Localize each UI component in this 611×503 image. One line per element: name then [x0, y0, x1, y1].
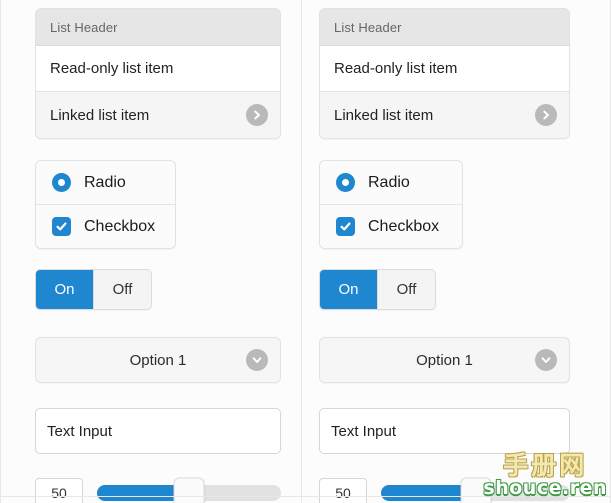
segmented-toggle-right: On Off: [319, 269, 436, 310]
radio-label: Radio: [84, 173, 126, 191]
checkbox-label: Checkbox: [368, 217, 440, 235]
segmented-toggle-left: On Off: [35, 269, 152, 310]
slider-value-input[interactable]: [319, 478, 367, 503]
panel-left-content: List Header Read-only list item Linked l…: [1, 8, 301, 503]
slider-track[interactable]: [381, 477, 570, 503]
panel-left: List Header Read-only list item Linked l…: [0, 0, 302, 503]
list-item-readonly: Read-only list item: [320, 46, 569, 92]
list-left: List Header Read-only list item Linked l…: [35, 8, 281, 139]
chevron-down-icon: [246, 349, 268, 371]
list-item-label: Read-only list item: [334, 60, 458, 77]
slider-row-right: [319, 477, 570, 503]
list-item-readonly: Read-only list item: [36, 46, 280, 92]
segment-off[interactable]: Off: [93, 270, 151, 309]
checkbox-label: Checkbox: [84, 217, 156, 235]
list-item-linked[interactable]: Linked list item: [320, 92, 569, 138]
radio-icon[interactable]: [52, 173, 71, 192]
select-dropdown-left[interactable]: Option 1: [35, 337, 281, 383]
checkbox-row[interactable]: Checkbox: [320, 204, 462, 248]
text-input-right[interactable]: [319, 408, 570, 454]
checkbox-row[interactable]: Checkbox: [36, 204, 175, 248]
radio-row[interactable]: Radio: [36, 161, 175, 204]
text-input-left[interactable]: [35, 408, 281, 454]
radio-icon[interactable]: [336, 173, 355, 192]
list-item-label: Read-only list item: [50, 60, 174, 77]
chevron-right-icon: [246, 104, 268, 126]
list-header: List Header: [320, 9, 569, 46]
list-item-linked[interactable]: Linked list item: [36, 92, 280, 138]
checkbox-icon[interactable]: [336, 217, 355, 236]
segment-off[interactable]: Off: [377, 270, 435, 309]
panel-right: List Header Read-only list item Linked l…: [302, 0, 611, 503]
choice-group-right: Radio Checkbox: [319, 160, 463, 249]
segment-on[interactable]: On: [320, 270, 377, 309]
chevron-down-icon: [535, 349, 557, 371]
panel-bottom-rule: [1, 496, 301, 497]
select-value: Option 1: [129, 351, 187, 369]
list-right: List Header Read-only list item Linked l…: [319, 8, 570, 139]
panel-bottom-rule: [302, 496, 610, 497]
list-item-label: Linked list item: [50, 106, 150, 124]
list-item-label: Linked list item: [334, 106, 434, 124]
panel-right-content: List Header Read-only list item Linked l…: [302, 8, 610, 503]
slider-thumb[interactable]: [173, 477, 205, 503]
select-dropdown-right[interactable]: Option 1: [319, 337, 570, 383]
preview-screen: List Header Read-only list item Linked l…: [0, 0, 611, 503]
segment-on[interactable]: On: [36, 270, 93, 309]
radio-label: Radio: [368, 173, 410, 191]
chevron-right-icon: [535, 104, 557, 126]
slider-thumb[interactable]: [460, 477, 491, 503]
radio-row[interactable]: Radio: [320, 161, 462, 204]
select-value: Option 1: [416, 351, 473, 369]
slider-row-left: [35, 477, 281, 503]
slider-track[interactable]: [97, 477, 281, 503]
choice-group-left: Radio Checkbox: [35, 160, 176, 249]
list-header: List Header: [36, 9, 280, 46]
slider-value-input[interactable]: [35, 478, 83, 503]
checkbox-icon[interactable]: [52, 217, 71, 236]
